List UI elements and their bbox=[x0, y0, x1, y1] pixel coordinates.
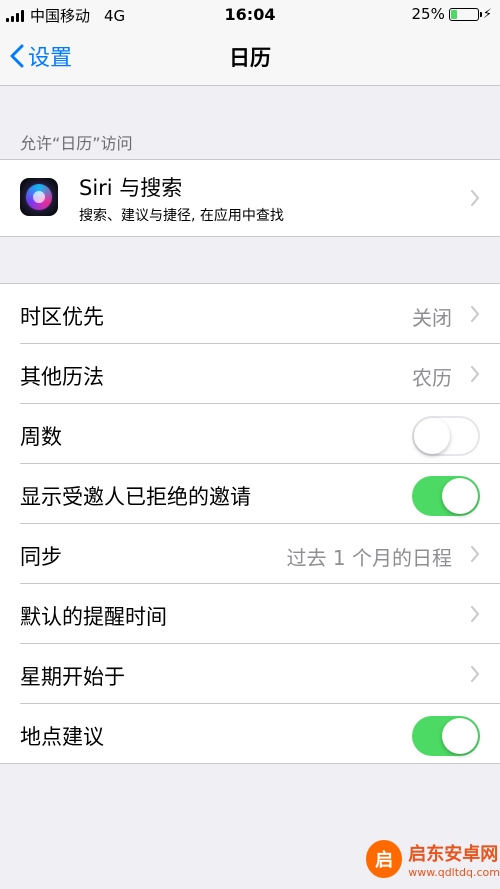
row-value: 关闭 bbox=[412, 306, 452, 330]
row-default-alert-times[interactable]: 默认的提醒时间 bbox=[0, 584, 500, 644]
row-show-declined: 显示受邀人已拒绝的邀请 bbox=[0, 464, 500, 524]
battery-fill bbox=[450, 9, 458, 19]
section-header: 允许“日历”访问 bbox=[20, 134, 133, 153]
row-label: 时区优先 bbox=[20, 305, 104, 329]
row-label: 地点建议 bbox=[20, 725, 104, 749]
toggle-knob bbox=[414, 418, 450, 454]
page-title: 日历 bbox=[229, 46, 271, 70]
watermark-name: 启东安卓网 bbox=[408, 843, 499, 865]
navigation-bar: 设置 日历 bbox=[0, 28, 500, 86]
show-declined-toggle[interactable] bbox=[412, 476, 480, 516]
row-timezone-override[interactable]: 时区优先 关闭 bbox=[0, 284, 500, 344]
chevron-right-icon bbox=[471, 546, 479, 562]
row-value: 过去 1 个月的日程 bbox=[286, 546, 452, 570]
chevron-right-icon bbox=[471, 190, 479, 206]
row-label: 默认的提醒时间 bbox=[20, 605, 167, 629]
row-label: 同步 bbox=[20, 545, 62, 569]
row-alternate-calendars[interactable]: 其他历法 农历 bbox=[0, 344, 500, 404]
week-numbers-toggle[interactable] bbox=[412, 416, 480, 456]
status-right: 25% ⚡ bbox=[412, 5, 492, 23]
row-week-numbers: 周数 bbox=[0, 404, 500, 464]
row-start-week-on[interactable]: 星期开始于 bbox=[0, 644, 500, 704]
toggle-knob bbox=[442, 478, 478, 514]
siri-icon bbox=[20, 178, 58, 216]
watermark-text: 启东安卓网 www.qdltdq.com bbox=[408, 840, 500, 879]
status-bar: 中国移动 4G 16:04 25% ⚡ bbox=[0, 0, 500, 28]
watermark: 启 启东安卓网 www.qdltdq.com bbox=[360, 829, 500, 889]
charging-bolt-icon: ⚡ bbox=[482, 6, 492, 22]
row-sync[interactable]: 同步 过去 1 个月的日程 bbox=[0, 524, 500, 584]
watermark-url: www.qdltdq.com bbox=[408, 865, 500, 879]
siri-search-row[interactable]: Siri 与搜索 搜索、建议与捷径, 在应用中查找 bbox=[0, 159, 500, 237]
row-location-suggestions: 地点建议 bbox=[0, 704, 500, 764]
siri-subtitle: 搜索、建议与捷径, 在应用中查找 bbox=[79, 208, 284, 224]
toggle-knob bbox=[442, 718, 478, 754]
row-label: 其他历法 bbox=[20, 365, 104, 389]
battery-percent: 25% bbox=[411, 5, 445, 23]
chevron-right-icon bbox=[471, 606, 479, 622]
chevron-right-icon bbox=[471, 366, 479, 382]
chevron-right-icon bbox=[471, 306, 479, 322]
row-label: 星期开始于 bbox=[20, 665, 125, 689]
settings-list: 时区优先 关闭 其他历法 农历 周数 显示受邀人已拒绝的邀请 同步 过去 1 个… bbox=[0, 283, 500, 764]
battery-icon bbox=[448, 7, 482, 21]
chevron-right-icon bbox=[471, 666, 479, 682]
row-label: 显示受邀人已拒绝的邀请 bbox=[20, 485, 251, 509]
watermark-logo-icon: 启 bbox=[366, 840, 403, 878]
row-label: 周数 bbox=[20, 425, 62, 449]
row-value: 农历 bbox=[412, 366, 452, 390]
location-suggestions-toggle[interactable] bbox=[412, 716, 480, 756]
siri-title: Siri 与搜索 bbox=[79, 176, 183, 200]
